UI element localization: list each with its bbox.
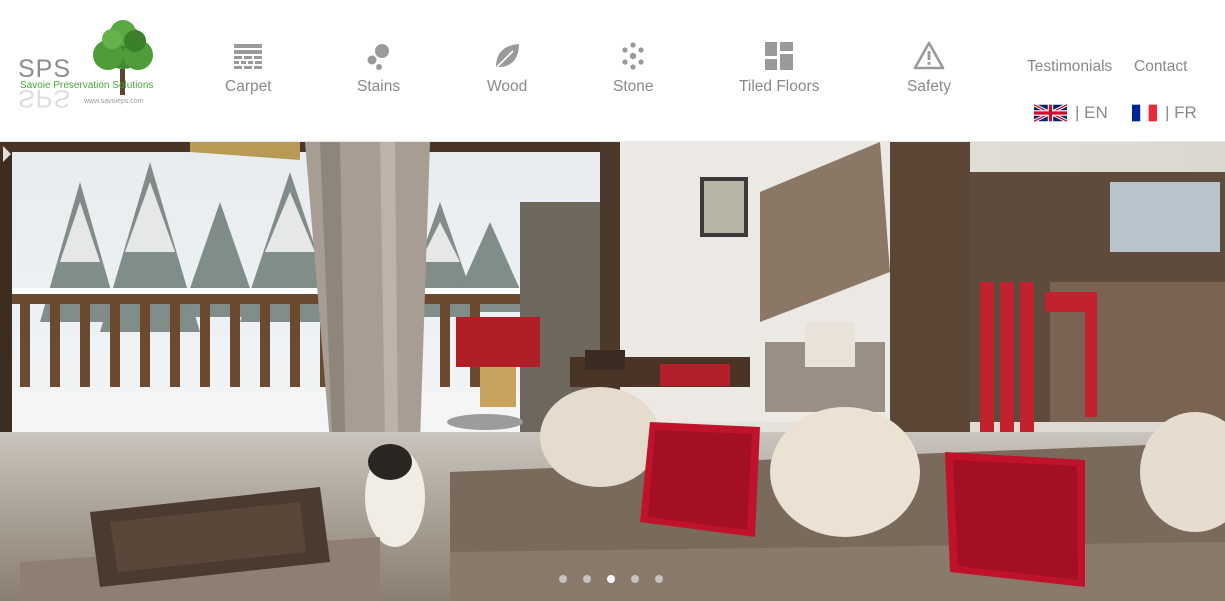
language-label: | FR bbox=[1165, 103, 1197, 122]
nav-item-tiled-floors[interactable]: Tiled Floors bbox=[739, 40, 819, 96]
nav-item-wood[interactable]: Wood bbox=[487, 40, 527, 96]
slider-dot-4[interactable] bbox=[631, 575, 639, 583]
nav-label: Stains bbox=[357, 78, 401, 95]
language-en[interactable]: | EN bbox=[1034, 103, 1108, 123]
logo-company-name: Savoie Preservation Solutions bbox=[20, 80, 154, 91]
nav-label: Stone bbox=[613, 78, 654, 95]
warning-icon bbox=[913, 41, 945, 70]
carpet-icon bbox=[234, 44, 263, 69]
slider-dot-1[interactable] bbox=[559, 575, 567, 583]
language-label: | EN bbox=[1075, 103, 1108, 122]
site-logo[interactable]: SPS SPS Savoie Preservation Solutions ww… bbox=[16, 15, 158, 115]
nav-item-carpet[interactable]: Carpet bbox=[225, 40, 272, 96]
testimonials-link[interactable]: Testimonials bbox=[1027, 58, 1112, 76]
nav-label: Carpet bbox=[225, 78, 272, 95]
nav-item-safety[interactable]: Safety bbox=[907, 40, 951, 96]
france-flag-icon bbox=[1132, 104, 1157, 122]
language-fr[interactable]: | FR bbox=[1132, 103, 1197, 123]
nav-item-stains[interactable]: Stains bbox=[357, 40, 400, 96]
nav-label: Wood bbox=[487, 78, 528, 95]
stains-icon bbox=[367, 44, 389, 70]
hero-slider[interactable] bbox=[0, 142, 1225, 601]
nav-item-stone[interactable]: Stone bbox=[613, 40, 654, 96]
site-header: SPS SPS Savoie Preservation Solutions ww… bbox=[0, 0, 1225, 142]
nav-label: Tiled Floors bbox=[739, 78, 820, 95]
tiles-icon bbox=[765, 42, 794, 70]
hero-image-chalet-living-room bbox=[0, 142, 1225, 601]
slider-dot-2[interactable] bbox=[583, 575, 591, 583]
slider-dot-3[interactable] bbox=[607, 575, 615, 583]
leaf-icon bbox=[496, 44, 520, 68]
uk-flag-icon bbox=[1034, 104, 1067, 122]
contact-link[interactable]: Contact bbox=[1134, 58, 1187, 76]
slider-next-arrow-icon[interactable] bbox=[0, 142, 14, 166]
slider-dot-5[interactable] bbox=[655, 575, 663, 583]
logo-url: www.savoieps.com bbox=[84, 98, 144, 105]
stone-icon bbox=[622, 42, 644, 70]
slider-pagination bbox=[559, 575, 663, 583]
nav-label: Safety bbox=[907, 78, 951, 95]
